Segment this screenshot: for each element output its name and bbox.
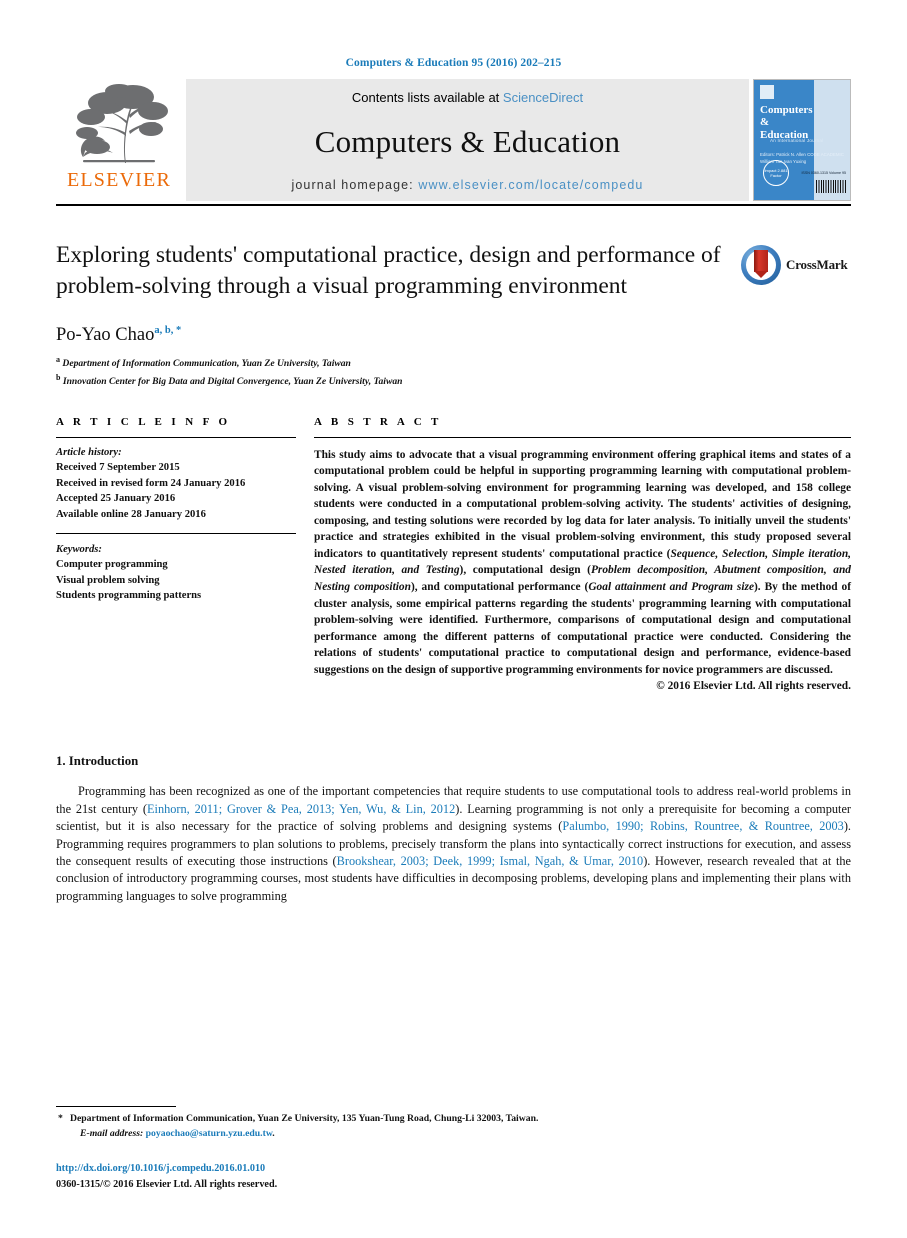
elsevier-tree-icon bbox=[67, 81, 171, 169]
journal-masthead: ELSEVIER Contents lists available at Sci… bbox=[56, 79, 851, 201]
email-line: E-mail address: poyaochao@saturn.yzu.edu… bbox=[70, 1127, 851, 1142]
email-label: E-mail address: bbox=[80, 1127, 144, 1139]
doi-block: http://dx.doi.org/10.1016/j.compedu.2016… bbox=[56, 1161, 851, 1192]
crossmark-icon bbox=[741, 245, 781, 285]
article-history-item: Received in revised form 24 January 2016 bbox=[56, 477, 246, 489]
issn-copyright-line: 0360-1315/© 2016 Elsevier Ltd. All right… bbox=[56, 1178, 278, 1190]
footnote-divider bbox=[56, 1106, 176, 1108]
journal-homepage-link[interactable]: www.elsevier.com/locate/compedu bbox=[418, 178, 643, 192]
elsevier-logo: ELSEVIER bbox=[56, 79, 182, 201]
citation-link-2[interactable]: Palumbo, 1990; Robins, Rountree, & Rount… bbox=[562, 819, 843, 833]
abstract-text: This study aims to advocate that a visua… bbox=[314, 447, 851, 678]
paper-page: Computers & Education 95 (2016) 202–215 bbox=[0, 0, 907, 1238]
affiliation-a-text: Department of Information Communication,… bbox=[62, 357, 351, 369]
cover-publisher-mark bbox=[760, 85, 774, 99]
crossmark-label: CrossMark bbox=[786, 257, 848, 272]
abstract-terms-performance: Goal attainment and Program size bbox=[588, 581, 755, 593]
abstract-part-4: ). By the method of cluster analysis, so… bbox=[314, 581, 852, 676]
affiliation-b-mark: b bbox=[56, 372, 61, 382]
introduction-heading: 1. Introduction bbox=[56, 754, 139, 769]
journal-homepage-line: journal homepage: www.elsevier.com/locat… bbox=[292, 178, 644, 192]
citation-link-1[interactable]: Einhorn, 2011; Grover & Pea, 2013; Yen, … bbox=[147, 802, 455, 816]
journal-title: Computers & Education bbox=[314, 123, 621, 159]
homepage-prefix: journal homepage: bbox=[291, 178, 419, 192]
article-info-rule bbox=[56, 436, 296, 438]
affiliation-b: b Innovation Center for Big Data and Dig… bbox=[56, 372, 851, 390]
article-history-item: Accepted 25 January 2016 bbox=[56, 493, 176, 505]
article-history-block: Article history: Received 7 September 20… bbox=[56, 445, 296, 522]
abstract-heading: A B S T R A C T bbox=[314, 415, 442, 428]
abstract-part-1: This study aims to advocate that a visua… bbox=[314, 448, 851, 560]
article-info-heading: A R T I C L E I N F O bbox=[56, 415, 231, 428]
affiliation-a-mark: a bbox=[56, 354, 60, 364]
author-name: Po-Yao Chao bbox=[56, 324, 155, 345]
email-link[interactable]: poyaochao@saturn.yzu.edu.tw bbox=[146, 1128, 273, 1139]
article-history-item: Received 7 September 2015 bbox=[56, 462, 180, 474]
corresponding-author-address: Department of Information Communication,… bbox=[70, 1113, 539, 1125]
affiliation-b-text: Innovation Center for Big Data and Digit… bbox=[62, 375, 403, 387]
corresponding-author-note: * Department of Information Communicatio… bbox=[56, 1112, 851, 1141]
abstract-copyright: © 2016 Elsevier Ltd. All rights reserved… bbox=[656, 680, 851, 693]
introduction-paragraph: Programming has been recognized as one o… bbox=[56, 783, 851, 905]
cover-subtitle: An International Journal bbox=[770, 138, 824, 143]
author-line: Po-Yao Chaoa, b, * bbox=[56, 325, 851, 346]
article-history-label: Article history: bbox=[56, 446, 122, 458]
cover-issn: ISSN 0360-1315 Volume 95 bbox=[801, 170, 846, 175]
masthead-divider bbox=[56, 204, 851, 206]
email-trailing-period: . bbox=[272, 1127, 275, 1139]
article-info-column: A R T I C L E I N F O Article history: R… bbox=[56, 416, 314, 692]
abstract-part-3: ), and computational performance ( bbox=[410, 581, 589, 593]
introduction-section: 1. Introduction Programming has been rec… bbox=[56, 754, 851, 905]
affiliation-a: a Department of Information Communicatio… bbox=[56, 354, 851, 372]
contents-available-line: Contents lists available at ScienceDirec… bbox=[352, 90, 583, 105]
running-head: Computers & Education 95 (2016) 202–215 bbox=[345, 57, 562, 69]
keyword-item: Students programming patterns bbox=[56, 590, 202, 602]
doi-link[interactable]: http://dx.doi.org/10.1016/j.compedu.2016… bbox=[56, 1161, 851, 1176]
cover-impact-seal: Impact 2.881 Factor bbox=[763, 160, 789, 186]
masthead-center: Contents lists available at ScienceDirec… bbox=[186, 79, 749, 201]
corresponding-author-marker: * bbox=[58, 1113, 63, 1125]
abstract-column: A B S T R A C T This study aims to advoc… bbox=[314, 416, 851, 692]
page-footer: * Department of Information Communicatio… bbox=[56, 1106, 851, 1192]
cover-barcode-icon bbox=[816, 180, 846, 193]
crossmark-ribbon-icon bbox=[754, 250, 768, 278]
cover-title: Computers & Education bbox=[760, 104, 813, 141]
info-abstract-row: A R T I C L E I N F O Article history: R… bbox=[56, 416, 851, 692]
citation-link-3[interactable]: Brookshear, 2003; Deek, 1999; Ismal, Nga… bbox=[337, 854, 644, 868]
sciencedirect-link[interactable]: ScienceDirect bbox=[503, 90, 583, 105]
article-history-item: Available online 28 January 2016 bbox=[56, 508, 206, 520]
author-affiliation-marks: a, b, * bbox=[154, 324, 182, 336]
elsevier-wordmark: ELSEVIER bbox=[66, 169, 172, 191]
keywords-block: Keywords: Computer programming Visual pr… bbox=[56, 542, 296, 604]
keyword-item: Visual problem solving bbox=[56, 574, 160, 586]
abstract-part-2: ), computational design ( bbox=[459, 564, 591, 577]
abstract-rule bbox=[314, 436, 851, 438]
affiliation-list: a Department of Information Communicatio… bbox=[56, 354, 851, 390]
title-main: Exploring students' computational practi… bbox=[56, 240, 741, 303]
title-block: Exploring students' computational practi… bbox=[56, 240, 851, 303]
journal-cover-thumbnail: Computers & Education An International J… bbox=[753, 79, 851, 201]
keywords-label: Keywords: bbox=[56, 544, 102, 556]
keywords-rule bbox=[56, 533, 296, 535]
page-title: Exploring students' computational practi… bbox=[56, 242, 721, 300]
contents-prefix: Contents lists available at bbox=[351, 90, 503, 105]
keyword-item: Computer programming bbox=[56, 559, 168, 571]
crossmark-badge[interactable]: CrossMark bbox=[741, 240, 851, 288]
